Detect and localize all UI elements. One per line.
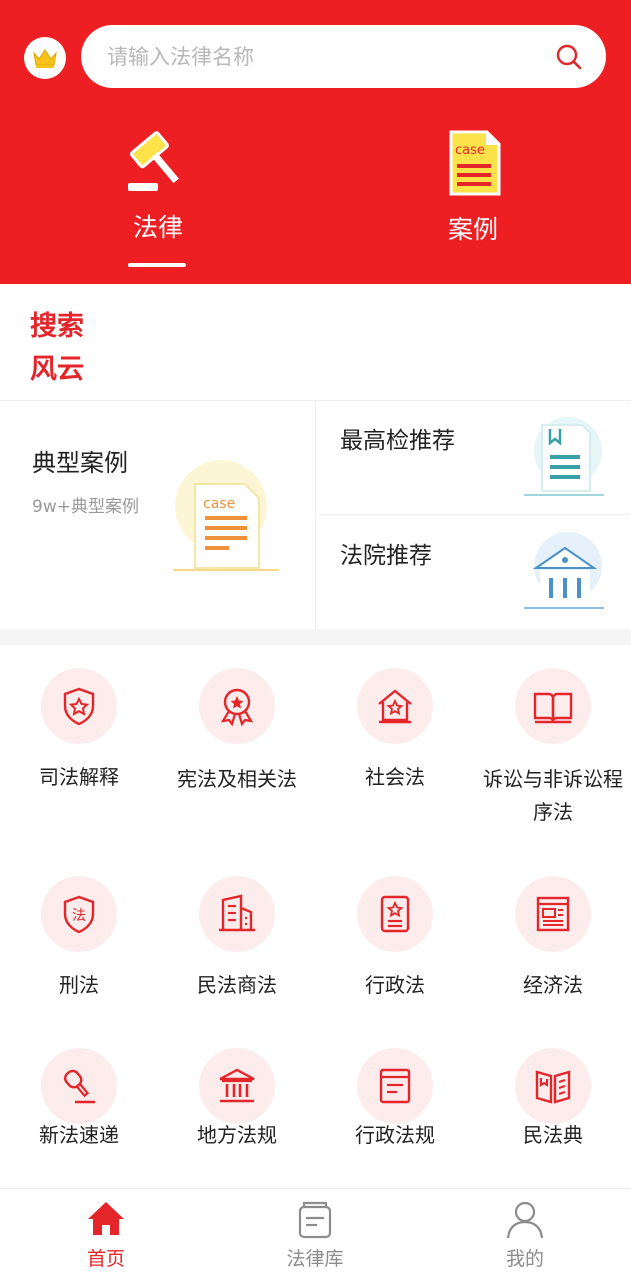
- tab-law[interactable]: 法律: [58, 128, 258, 268]
- badge-star-icon: [380, 895, 410, 933]
- house-star-icon: [378, 689, 412, 724]
- category-civil-code[interactable]: 民法典: [474, 1025, 631, 1195]
- section-divider: [0, 629, 631, 645]
- trending-title: 搜索 风云: [30, 311, 84, 385]
- category-administrative-law[interactable]: 行政法: [316, 853, 474, 1023]
- newspaper-icon: [536, 896, 570, 932]
- category-label: 社会法: [365, 765, 425, 789]
- category-label: 新法速递: [39, 1123, 119, 1147]
- category-litigation-procedure[interactable]: 诉讼与非诉讼程序法: [474, 645, 631, 824]
- category-label: 宪法及相关法: [177, 767, 297, 791]
- nav-home-label: 首页: [86, 1248, 125, 1270]
- category-social-law[interactable]: 社会法: [316, 645, 474, 815]
- tab-law-label: 法律: [132, 213, 183, 242]
- nav-mine-label: 我的: [505, 1248, 544, 1270]
- category-label: 行政法: [365, 973, 425, 997]
- typical-cases-subtitle: 9w+典型案例: [32, 497, 139, 517]
- category-new-law-express[interactable]: 新法速递: [0, 1025, 158, 1195]
- category-local-regulations[interactable]: 地方法规: [158, 1025, 316, 1195]
- tab-case[interactable]: case 案例: [373, 128, 573, 268]
- procuratorate-recommend-title: 最高检推荐: [340, 428, 455, 454]
- category-label: 地方法规: [197, 1123, 277, 1147]
- buildings-icon: [219, 894, 255, 932]
- category-label: 司法解释: [39, 765, 119, 789]
- courthouse-icon: [524, 532, 604, 609]
- svg-text:法: 法: [72, 908, 86, 924]
- crown-icon: [33, 49, 57, 68]
- category-label: 刑法: [59, 973, 99, 997]
- active-tab-indicator: [128, 263, 186, 267]
- court-recommend-card[interactable]: 法院推荐: [317, 516, 631, 630]
- search-bar[interactable]: [81, 25, 606, 88]
- category-label: 民法商法: [197, 973, 277, 997]
- category-judicial-interpretation[interactable]: 司法解释: [0, 645, 158, 815]
- case-document-icon: case: [449, 130, 501, 196]
- category-label: 经济法: [523, 973, 583, 997]
- procuratorate-recommend-card[interactable]: 最高检推荐: [317, 401, 631, 515]
- shield-star-icon: [63, 687, 95, 726]
- user-icon: [506, 1201, 544, 1239]
- shield-law-icon: 法: [63, 895, 95, 934]
- category-label: 民法典: [523, 1123, 583, 1147]
- tab-case-label: 案例: [447, 215, 498, 244]
- category-label: 诉讼与非诉讼程序法: [483, 767, 623, 824]
- gavel-icon: [128, 131, 179, 191]
- open-book-icon: [533, 692, 573, 724]
- nav-law-library[interactable]: 法律库: [235, 1189, 395, 1280]
- typical-cases-card[interactable]: 典型案例 9w+典型案例 case: [0, 401, 316, 630]
- typical-cases-title: 典型案例: [32, 449, 128, 477]
- recommend-cards: 典型案例 9w+典型案例 case 最高检推荐 法院推荐: [0, 400, 631, 630]
- category-economic-law[interactable]: 经济法: [474, 853, 631, 1023]
- svg-text:case: case: [455, 143, 485, 158]
- bookmark-document-icon: [524, 417, 604, 496]
- nav-home[interactable]: 首页: [26, 1189, 186, 1280]
- category-label: 行政法规: [355, 1123, 435, 1147]
- nav-mine[interactable]: 我的: [445, 1189, 605, 1280]
- medal-icon: [220, 688, 254, 727]
- category-grid: 司法解释 宪法及相关法 社会法 诉讼与非诉讼程序法 法 刑法 民法商法 行政法 …: [0, 645, 631, 1185]
- category-constitution[interactable]: 宪法及相关法: [158, 645, 316, 815]
- government-building-icon: [219, 1068, 255, 1103]
- nav-law-library-label: 法律库: [286, 1248, 344, 1270]
- document-icon: [379, 1068, 411, 1104]
- vip-button[interactable]: [24, 37, 66, 79]
- category-administrative-regulations[interactable]: 行政法规: [316, 1025, 474, 1195]
- category-civil-commercial[interactable]: 民法商法: [158, 853, 316, 1023]
- stamp-icon: [63, 1069, 95, 1104]
- bottom-navigation: 首页 法律库 我的: [0, 1188, 631, 1280]
- library-icon: [298, 1201, 332, 1239]
- search-icon[interactable]: [554, 42, 584, 72]
- book-icon: [535, 1070, 571, 1104]
- category-criminal-law[interactable]: 法 刑法: [0, 853, 158, 1023]
- case-document-icon: case: [173, 460, 279, 571]
- header-bar: 法律 case 案例: [0, 0, 631, 284]
- search-input[interactable]: [107, 25, 547, 88]
- court-recommend-title: 法院推荐: [340, 543, 432, 569]
- home-icon: [88, 1202, 124, 1235]
- svg-text:case: case: [203, 496, 235, 512]
